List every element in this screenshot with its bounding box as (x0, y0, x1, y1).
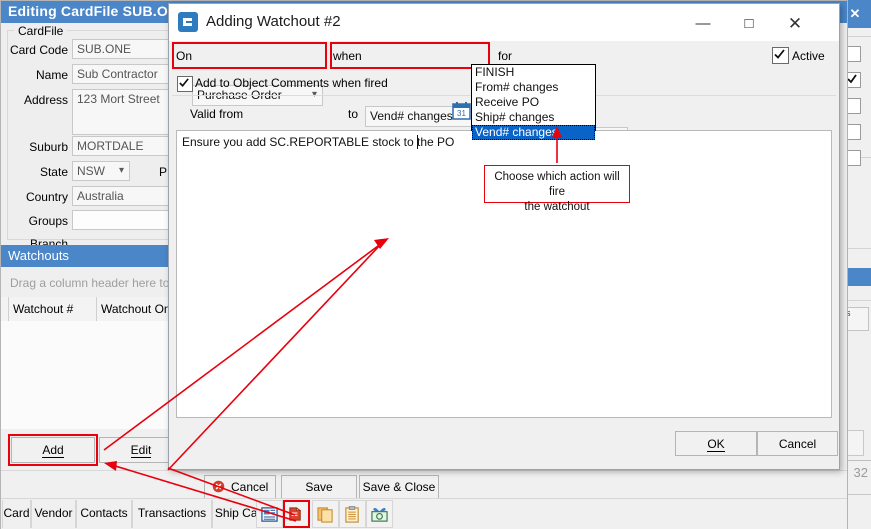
watchout-note-icon[interactable] (283, 500, 310, 528)
state-combo-value: NSW (77, 164, 105, 178)
label-name: Name (35, 68, 68, 82)
when-combo-value: Vend# changes (370, 109, 453, 123)
object-comments-checkbox[interactable] (177, 76, 193, 92)
cancel-icon (212, 480, 225, 496)
dialog-title: Adding Watchout #2 (206, 13, 341, 30)
dropdown-option-receive-po[interactable]: Receive PO (472, 95, 595, 110)
dialog-close-button[interactable]: ✕ (772, 4, 818, 40)
label-address: Address (23, 93, 68, 107)
cancel-button-label: Cancel (230, 480, 269, 494)
ok-button[interactable]: OK (675, 431, 757, 456)
annotation-callout: Choose which action will fire the watcho… (484, 165, 630, 213)
grid-column-separator[interactable] (96, 297, 97, 321)
dialog-minimize-button[interactable]: — (680, 4, 726, 40)
active-label: Active (792, 49, 825, 63)
tab-vendor[interactable]: Vendor (31, 500, 76, 528)
save-button[interactable]: Save (281, 475, 357, 499)
label-groups: Groups (28, 214, 68, 228)
watchout-app-icon (178, 12, 198, 32)
dropdown-option-ship-changes[interactable]: Ship# changes (472, 110, 595, 125)
cardfile-legend: CardFile (14, 24, 68, 38)
dropdown-option-from-changes[interactable]: From# changes (472, 80, 595, 95)
tab-contacts[interactable]: Contacts (76, 500, 132, 528)
watchouts-section-title: Watchouts (8, 248, 69, 263)
label-postcode: P (158, 165, 167, 179)
callout-line-2: the watchout (524, 201, 590, 213)
add-button-highlight (8, 434, 98, 466)
svg-text:31: 31 (457, 109, 466, 118)
grid-column-separator (8, 297, 9, 321)
label-card-code: Card Code (9, 43, 68, 57)
label-valid-to: to (348, 107, 359, 121)
label-for: for (498, 49, 513, 63)
label-country: Country (25, 190, 68, 204)
tab-transactions[interactable]: Transactions (132, 500, 212, 528)
money-gift-icon[interactable] (366, 500, 393, 528)
ok-button-label: OK (707, 437, 725, 452)
copy-pages-icon[interactable] (312, 500, 339, 528)
cancel-button[interactable]: Cancel (204, 475, 276, 499)
when-combo-highlight (330, 42, 490, 69)
calendar-icon[interactable]: 31 (452, 101, 471, 120)
state-combo[interactable]: NSW ▾ (72, 161, 130, 181)
check-icon (774, 49, 785, 59)
dropdown-option-finish[interactable]: FINISH (472, 65, 595, 80)
group-by-hint-text: Drag a column header here to gro (10, 276, 191, 290)
background-close-icon[interactable]: ✕ (845, 4, 865, 24)
active-checkbox[interactable] (772, 47, 789, 64)
object-comments-label: Add to Object Comments when fired (195, 76, 388, 90)
when-dropdown-list[interactable]: FINISH From# changes Receive PO Ship# ch… (471, 64, 596, 140)
dropdown-option-vend-changes[interactable]: Vend# changes (472, 125, 595, 140)
label-suburb: Suburb (29, 140, 68, 154)
grid-column-watchout-on[interactable]: Watchout On (101, 302, 171, 316)
save-and-close-button[interactable]: Save & Close (359, 475, 439, 499)
clipboard-icon[interactable] (339, 500, 366, 528)
watchout-memo-text: Ensure you add SC.REPORTABLE stock to th… (182, 135, 455, 149)
label-valid-from: Valid from (190, 107, 244, 121)
tab-card[interactable]: Card (2, 500, 31, 528)
on-combo-highlight (172, 42, 327, 69)
chevron-down-icon: ▾ (118, 165, 124, 176)
grid-column-watchout-number[interactable]: Watchout # (13, 302, 73, 316)
text-caret (417, 135, 418, 149)
label-state: State (39, 165, 68, 179)
edit-button-label: Edit (130, 443, 152, 458)
dialog-cancel-button[interactable]: Cancel (757, 431, 838, 456)
callout-line-1: Choose which action will fire (494, 171, 620, 198)
document-view-icon[interactable] (256, 500, 283, 528)
check-icon (179, 78, 189, 88)
page-title: Editing CardFile SUB.ONE (8, 3, 188, 19)
dialog-maximize-button[interactable]: □ (726, 4, 772, 40)
